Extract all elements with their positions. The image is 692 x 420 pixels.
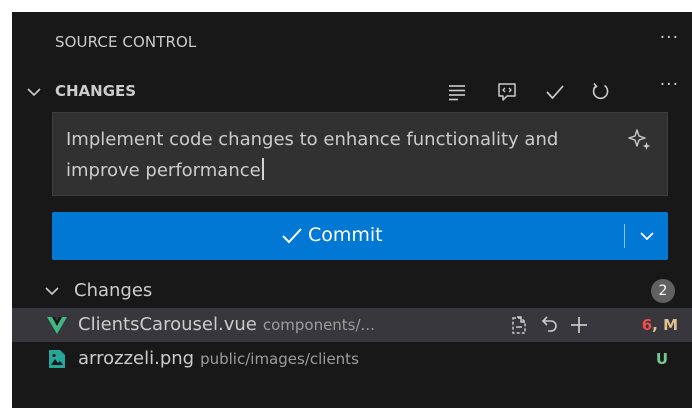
- commit-message-input[interactable]: Implement code changes to enhance functi…: [52, 112, 668, 196]
- discard-changes-icon[interactable]: [538, 314, 560, 336]
- file-path: components/...: [262, 316, 375, 334]
- text-cursor: [261, 158, 264, 180]
- changes-section-title: CHANGES: [55, 82, 137, 100]
- source-control-panel: SOURCE CONTROL ··· CHANGES ··· Implement…: [12, 12, 692, 408]
- file-row-arrozzeli[interactable]: arrozzeli.png public/images/clients U: [12, 342, 692, 376]
- refresh-icon[interactable]: [590, 81, 612, 103]
- panel-header: SOURCE CONTROL ···: [12, 12, 692, 70]
- commit-button-label: Commit: [308, 224, 383, 246]
- chevron-down-icon[interactable]: [42, 281, 62, 301]
- changes-section-header[interactable]: CHANGES ···: [12, 74, 692, 110]
- open-file-icon[interactable]: [508, 314, 530, 336]
- commit-button-main[interactable]: Commit: [52, 212, 622, 260]
- changes-count-badge: 2: [651, 279, 675, 303]
- file-status: 6, M: [641, 316, 678, 334]
- commit-button[interactable]: Commit: [52, 212, 668, 260]
- chevron-down-icon[interactable]: [24, 82, 44, 102]
- commit-button-divider: [624, 224, 625, 248]
- ellipsis-icon[interactable]: ···: [660, 75, 679, 95]
- commit-options-dropdown[interactable]: [626, 212, 668, 260]
- stage-plus-icon[interactable]: [568, 314, 590, 336]
- commit-message-text[interactable]: Implement code changes to enhance functi…: [66, 124, 606, 186]
- panel-title: SOURCE CONTROL: [55, 33, 197, 51]
- file-name: arrozzeli.png public/images/clients: [78, 348, 359, 369]
- chevron-down-icon: [640, 232, 654, 241]
- view-as-tree-icon[interactable]: [446, 81, 468, 103]
- file-name: ClientsCarousel.vue components/...: [78, 314, 375, 335]
- changes-group-label: Changes: [74, 280, 153, 301]
- file-status: U: [655, 350, 668, 368]
- image-file-icon: [49, 350, 65, 368]
- commit-preview-icon[interactable]: [496, 81, 518, 103]
- sparkle-icon[interactable]: [627, 127, 653, 153]
- vue-icon: [47, 317, 67, 334]
- ellipsis-icon[interactable]: ···: [660, 28, 679, 48]
- checkmark-icon: [282, 228, 302, 244]
- changes-group-row[interactable]: Changes 2: [12, 274, 692, 308]
- file-row-clientscarousel[interactable]: ClientsCarousel.vue components/... 6, M: [12, 308, 692, 342]
- checkmark-icon[interactable]: [544, 81, 566, 103]
- file-path: public/images/clients: [200, 350, 359, 368]
